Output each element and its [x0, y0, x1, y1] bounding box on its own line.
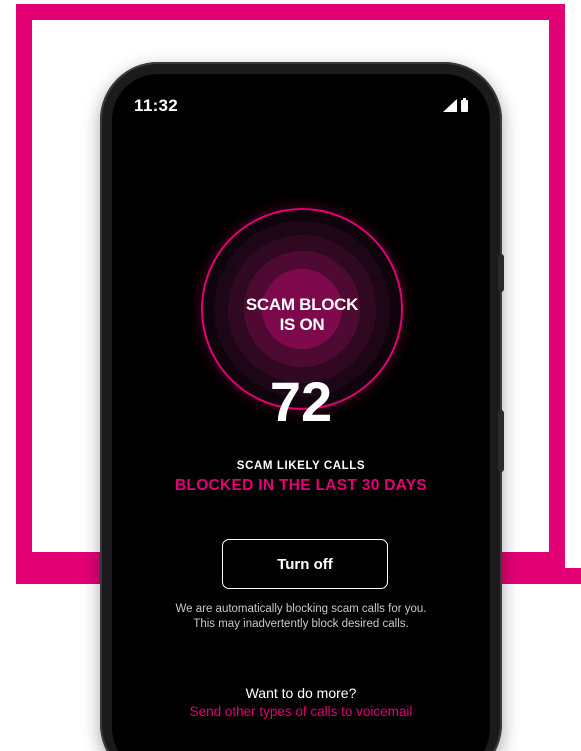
signal-icon [443, 99, 457, 112]
phone-screen: 11:32 SCAM BLOCK IS ON 72 SCAM LIKELY CA… [112, 74, 490, 751]
scam-block-status-line2: IS ON [279, 315, 325, 334]
more-options-title: Want to do more? [245, 685, 357, 701]
phone-power-button [498, 410, 504, 472]
phone-volume-button [498, 254, 504, 292]
status-time: 11:32 [134, 96, 179, 115]
blocked-calls-count: 72 [269, 370, 333, 433]
battery-icon [461, 98, 468, 112]
send-to-voicemail-link[interactable]: Send other types of calls to voicemail [112, 704, 490, 719]
status-bar: 11:32 [112, 74, 490, 124]
marketing-canvas: 11:32 SCAM BLOCK IS ON 72 SCAM LIKELY CA… [0, 0, 581, 751]
blocking-disclaimer: We are automatically blocking scam calls… [175, 603, 427, 630]
turn-off-button[interactable]: Turn off [222, 539, 388, 589]
blocked-calls-caption-bottom: BLOCKED IN THE LAST 30 DAYS [174, 477, 428, 494]
blocked-calls-caption-top: SCAM LIKELY CALLS [236, 460, 366, 472]
scam-block-status-line1: SCAM BLOCK [245, 295, 359, 314]
status-icons [443, 98, 468, 112]
